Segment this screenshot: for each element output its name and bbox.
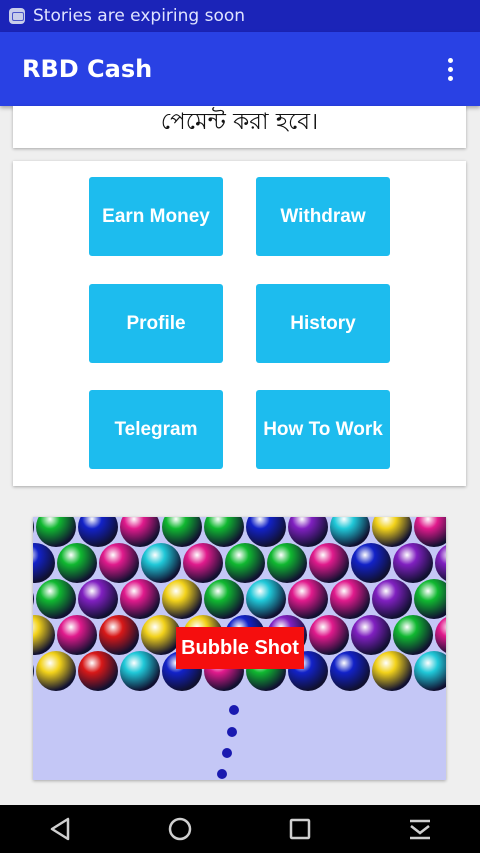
notification-shade-button[interactable] xyxy=(396,805,444,853)
aim-dot xyxy=(222,748,232,758)
bubble xyxy=(204,579,244,619)
bubble xyxy=(267,543,307,583)
bubble xyxy=(78,517,118,547)
aim-dot xyxy=(229,705,239,715)
bubble xyxy=(246,517,286,547)
bubble xyxy=(99,543,139,583)
bubble xyxy=(393,615,433,655)
bubble xyxy=(120,651,160,691)
bubble xyxy=(57,615,97,655)
bubble xyxy=(141,615,181,655)
telegram-button[interactable]: Telegram xyxy=(89,390,223,469)
more-vert-icon xyxy=(447,57,453,81)
bubble xyxy=(36,651,76,691)
bubble xyxy=(33,543,55,583)
bubble xyxy=(288,517,328,547)
bubble xyxy=(141,543,181,583)
bubble xyxy=(225,543,265,583)
bubble xyxy=(36,579,76,619)
bubble xyxy=(309,615,349,655)
notification-shade-icon xyxy=(410,819,430,840)
bubble xyxy=(330,579,370,619)
bubble xyxy=(33,615,55,655)
bubble xyxy=(99,615,139,655)
recents-icon xyxy=(289,818,311,840)
bubble xyxy=(288,579,328,619)
menu-card: Earn Money Withdraw Profile History Tele… xyxy=(13,161,466,486)
bubble xyxy=(393,543,433,583)
ad-title-label: Bubble Shot xyxy=(176,627,304,669)
how-to-work-button[interactable]: How To Work xyxy=(256,390,390,469)
profile-button[interactable]: Profile xyxy=(89,284,223,363)
bubble xyxy=(36,517,76,547)
withdraw-button[interactable]: Withdraw xyxy=(256,177,390,256)
payment-notice-card: পেমেন্ট করা হবে। xyxy=(13,106,466,148)
bubble xyxy=(204,517,244,547)
notification-app-icon xyxy=(9,8,25,24)
earn-money-button[interactable]: Earn Money xyxy=(89,177,223,256)
bubble xyxy=(78,651,118,691)
back-button[interactable] xyxy=(36,805,84,853)
aim-dot xyxy=(227,727,237,737)
bubble xyxy=(33,520,34,534)
aim-dot xyxy=(217,769,227,779)
app-bar: RBD Cash xyxy=(0,32,480,106)
back-icon xyxy=(50,817,70,841)
bubble xyxy=(414,651,446,691)
bubble xyxy=(372,517,412,547)
app-title: RBD Cash xyxy=(22,55,153,83)
payment-notice-text: পেমেন্ট করা হবে। xyxy=(160,108,319,135)
bubble xyxy=(351,615,391,655)
bubble xyxy=(351,543,391,583)
bubble xyxy=(120,579,160,619)
recents-button[interactable] xyxy=(276,805,324,853)
status-notification-text: Stories are expiring soon xyxy=(33,6,246,26)
bubble xyxy=(309,543,349,583)
bubble xyxy=(435,545,446,581)
bubble xyxy=(57,543,97,583)
bubble-shot-ad-banner[interactable]: Bubble Shot xyxy=(33,517,446,780)
home-icon xyxy=(168,817,192,841)
bubble xyxy=(330,651,370,691)
bubble xyxy=(78,579,118,619)
bubble xyxy=(372,579,412,619)
bubble xyxy=(435,617,446,653)
bubble xyxy=(330,517,370,547)
status-bar: Stories are expiring soon xyxy=(0,0,480,32)
system-navigation-bar xyxy=(0,805,480,853)
bubble xyxy=(120,517,160,547)
overflow-menu-button[interactable] xyxy=(426,45,474,93)
home-button[interactable] xyxy=(156,805,204,853)
bubble xyxy=(162,517,202,547)
history-button[interactable]: History xyxy=(256,284,390,363)
bubble xyxy=(414,579,446,619)
bubble xyxy=(414,517,446,547)
bubble xyxy=(33,592,34,606)
bubble xyxy=(33,664,34,678)
bubble xyxy=(372,651,412,691)
bubble xyxy=(183,543,223,583)
bubble xyxy=(162,579,202,619)
bubble xyxy=(246,579,286,619)
